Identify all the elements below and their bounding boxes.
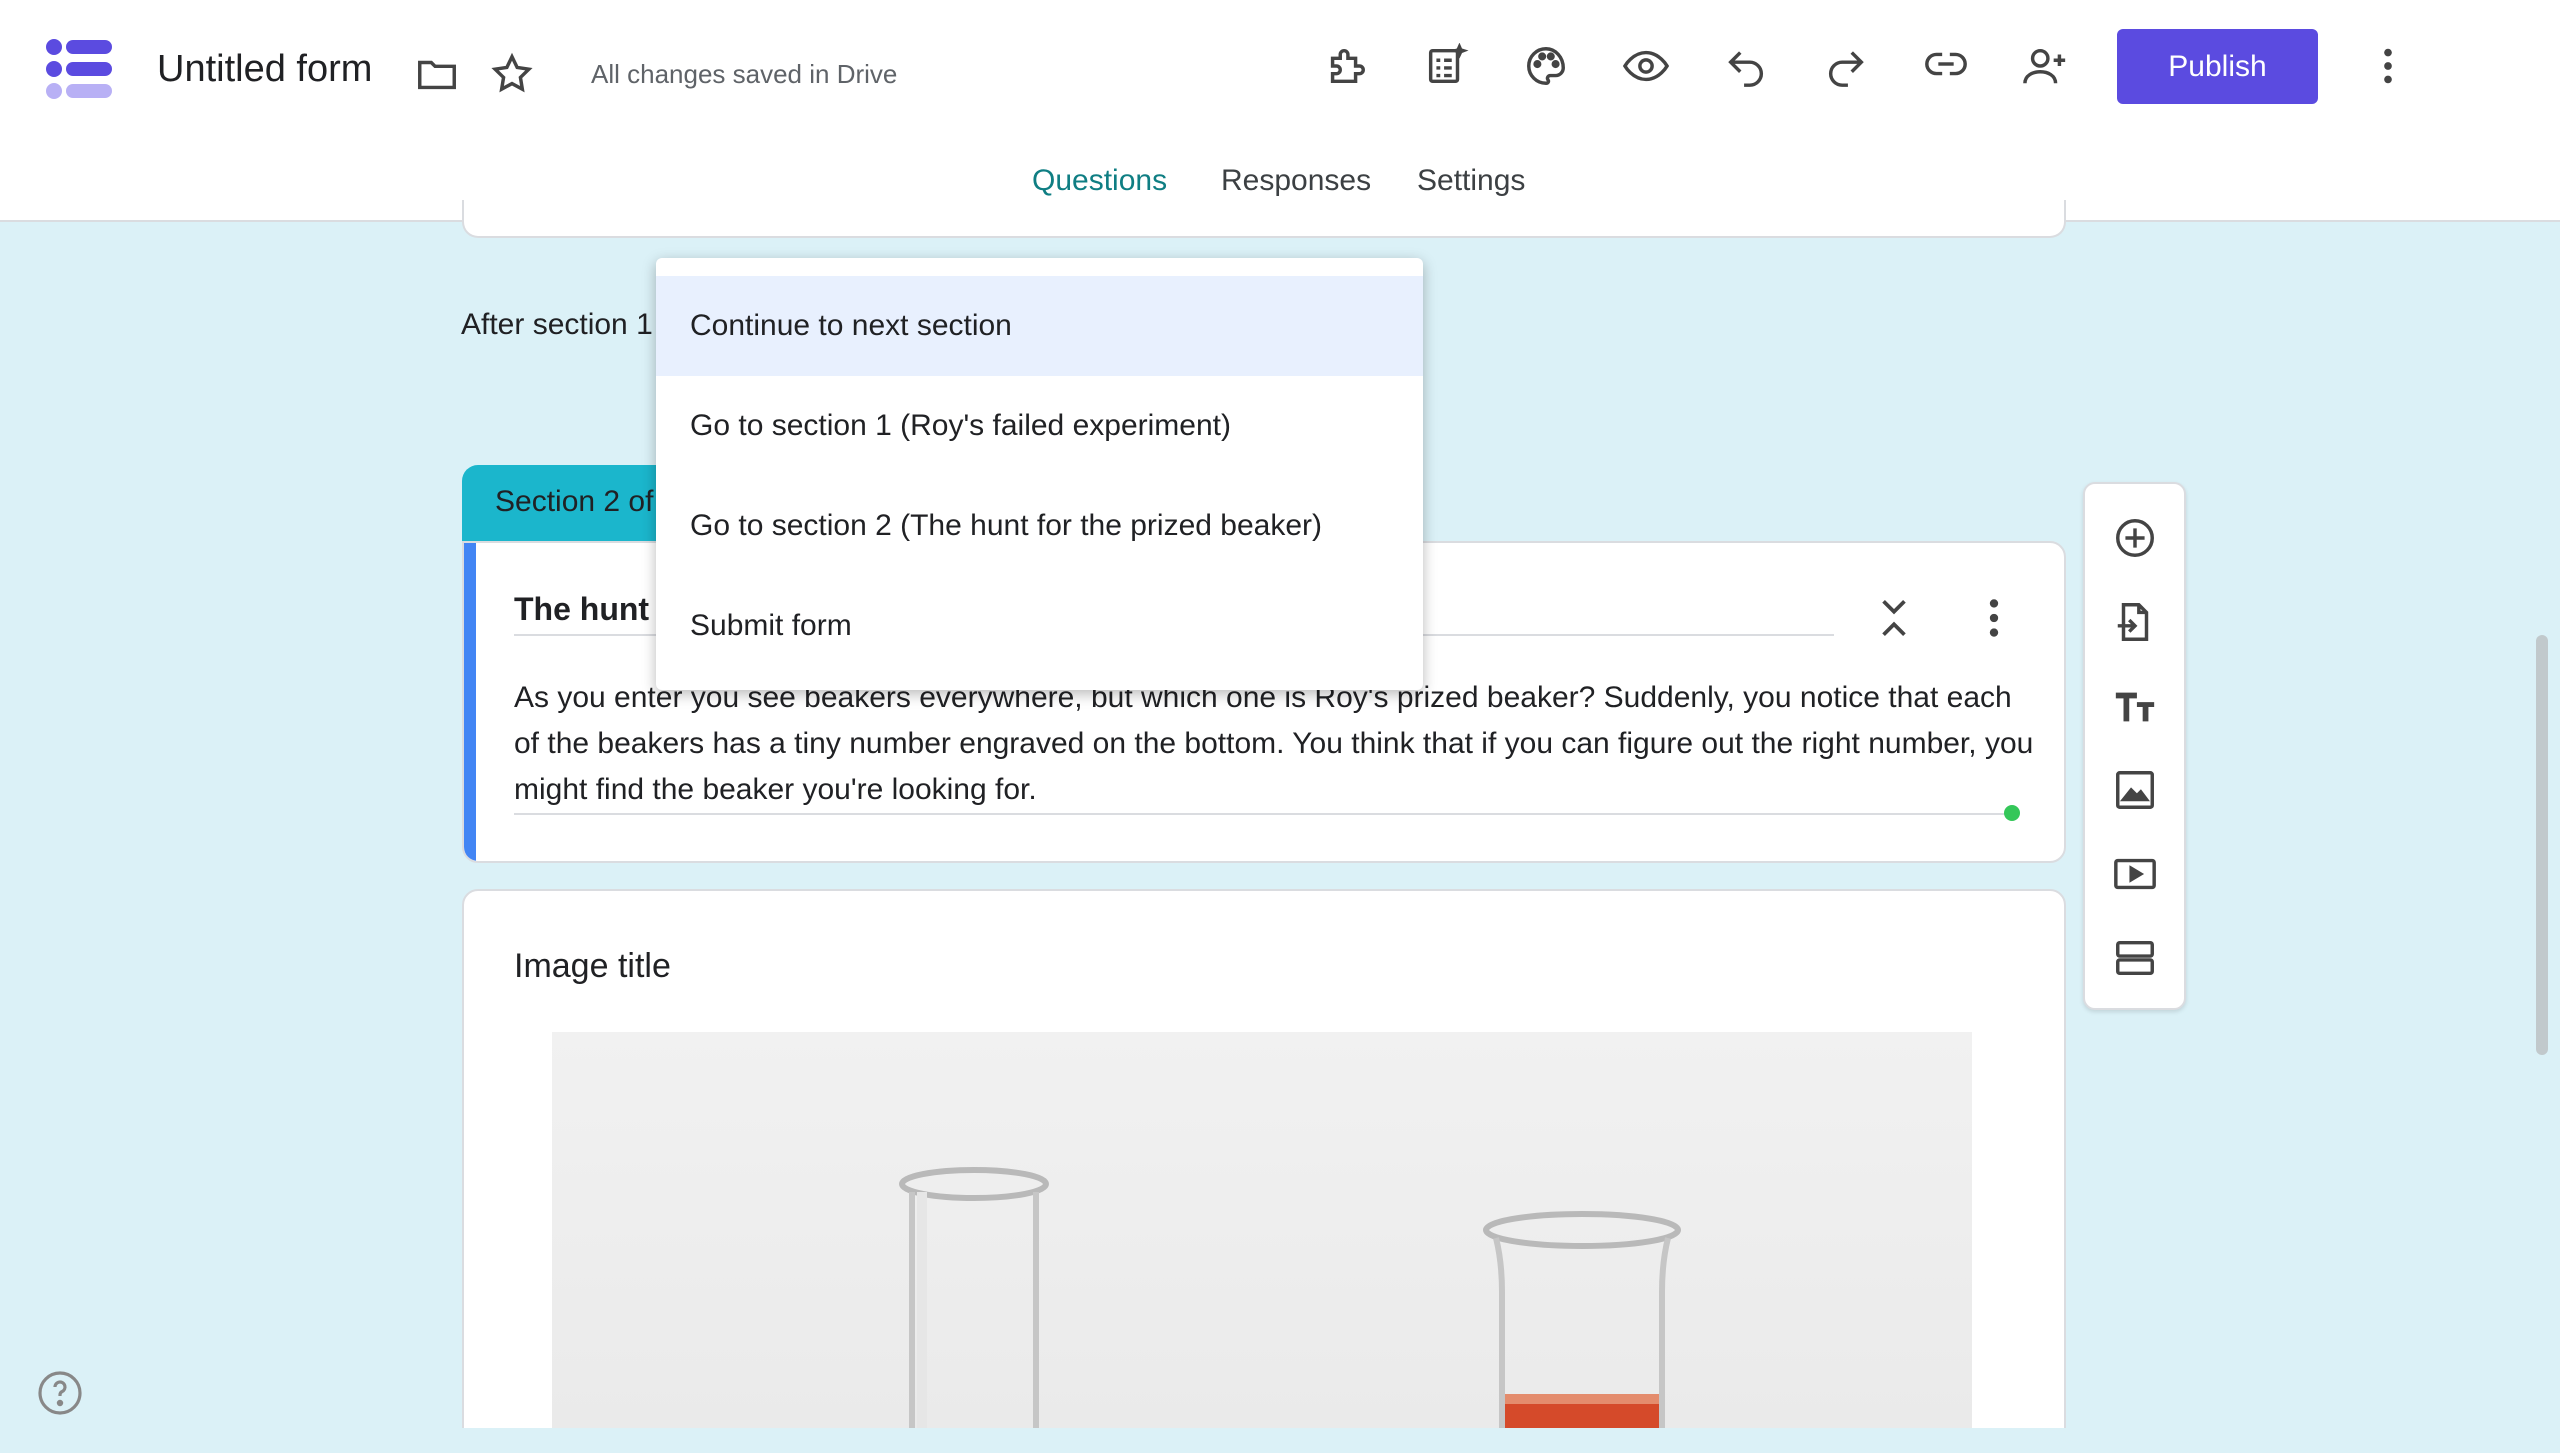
image-title-input[interactable]: Image title <box>514 947 671 986</box>
after-section-label: After section 1 <box>461 308 653 341</box>
more-options-icon[interactable] <box>2360 38 2416 94</box>
star-icon[interactable] <box>484 46 540 102</box>
add-image-icon[interactable] <box>2109 764 2161 816</box>
page-scrollbar[interactable] <box>2536 635 2548 1055</box>
folder-icon[interactable] <box>409 46 465 102</box>
section-title-input[interactable]: The hunt <box>514 591 649 628</box>
preview-eye-icon[interactable] <box>1618 38 1674 94</box>
link-icon[interactable] <box>1918 36 1974 92</box>
add-section-icon[interactable] <box>2109 932 2161 984</box>
dropdown-option-submit[interactable]: Submit form <box>656 576 1423 676</box>
addons-icon[interactable] <box>1318 38 1374 94</box>
add-video-icon[interactable] <box>2109 848 2161 900</box>
add-title-icon[interactable] <box>2109 680 2161 732</box>
forms-logo-icon[interactable] <box>44 38 114 104</box>
publish-button[interactable]: Publish <box>2117 29 2318 104</box>
redo-icon[interactable] <box>1818 38 1874 94</box>
dropdown-option-section-1[interactable]: Go to section 1 (Roy's failed experiment… <box>656 376 1423 476</box>
app-header: Untitled form All changes saved in Drive… <box>0 0 2560 222</box>
palette-icon[interactable] <box>1518 38 1574 94</box>
active-card-indicator <box>464 543 476 861</box>
tab-responses[interactable]: Responses <box>1221 164 1371 198</box>
image-item-card[interactable]: Image title <box>462 889 2066 1453</box>
undo-icon[interactable] <box>1718 38 1774 94</box>
bottom-strip <box>0 1428 2560 1453</box>
beakers-image[interactable] <box>552 1032 1972 1453</box>
import-questions-icon[interactable] <box>2109 596 2161 648</box>
dropdown-option-continue[interactable]: Continue to next section <box>656 276 1423 376</box>
previous-card-bottom <box>462 200 2066 238</box>
tab-questions[interactable]: Questions <box>1032 164 1167 198</box>
collapse-section-icon[interactable] <box>1869 593 1919 643</box>
saved-status: All changes saved in Drive <box>591 59 898 89</box>
description-underline <box>514 813 2014 815</box>
form-ai-icon[interactable] <box>1418 38 1474 94</box>
grammar-check-indicator <box>2004 805 2020 821</box>
floating-toolbar <box>2083 482 2186 1010</box>
dropdown-option-section-2[interactable]: Go to section 2 (The hunt for the prized… <box>656 476 1423 576</box>
section-navigation-dropdown: Continue to next section Go to section 1… <box>656 258 1423 690</box>
form-title[interactable]: Untitled form <box>157 48 372 91</box>
section-description-input[interactable]: As you enter you see beakers everywhere,… <box>514 675 2034 813</box>
add-question-icon[interactable] <box>2109 512 2161 564</box>
section-more-icon[interactable] <box>1969 593 2019 643</box>
add-collaborator-icon[interactable] <box>2018 38 2074 94</box>
tab-settings[interactable]: Settings <box>1417 164 1525 198</box>
help-icon[interactable] <box>36 1369 84 1417</box>
